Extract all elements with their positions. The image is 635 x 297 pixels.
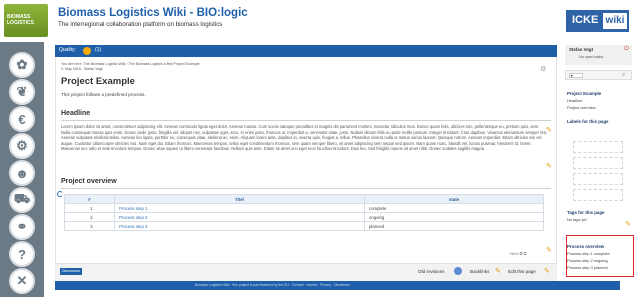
section-heading-headline: Headline [61,110,91,117]
table-row: 1 Process step 1 complete [64,203,544,213]
intro-text: This project follows a predefined proces… [61,92,146,97]
quality-value: (1) [95,47,102,53]
icke-wiki-logo[interactable]: ICKE wiki [566,10,629,32]
label-slot[interactable] [573,157,623,169]
divider [61,120,551,121]
truck-icon[interactable]: ⛟ [9,187,35,213]
labels-heading: Labels for this page [567,119,609,124]
user-status: No open tasks [579,55,604,59]
table-header-row: # Titel state [64,194,544,204]
main-content: You are here: The Biomass Logistic Wiki … [55,57,557,287]
column-header[interactable]: # [64,194,115,204]
bike-icon[interactable]: ⚭ [9,214,35,240]
site-title[interactable]: Biomass Logistics Wiki - BIO:logic [58,7,248,19]
right-sidebar: Stefan Vogt No open tasks ⏻ ▼ ⌕ Project … [565,45,635,281]
toc-title[interactable]: Project Example [567,91,601,96]
process-overview-highlight [566,235,634,277]
overview-table: # Titel state 1 Process step 1 complete … [64,194,544,231]
site-header: BIOMASS LOGISTICS Biomass Logistics Wiki… [0,0,635,42]
state-cell: ongoing [364,212,544,222]
process-step-item[interactable]: Process step 3 planned [567,265,608,270]
partner-logo-text-2: wiki [603,13,627,29]
search-box: ▼ ⌕ [565,70,632,80]
quality-indicator-icon [83,47,91,55]
toc-item[interactable]: Project overview [567,105,596,110]
table-row: 3 Process step 3 planned [64,221,544,231]
divider [61,188,551,189]
column-header[interactable]: state [364,194,544,204]
process-step-link[interactable]: Process step 3 [114,221,365,231]
breadcrumb[interactable]: You are here: The Biomass Logistic Wiki … [61,62,200,66]
leaf-icon[interactable]: ❦ [9,79,35,105]
process-step-item[interactable]: Process step 2 ongoing [567,258,608,263]
toc-item[interactable]: Headline [567,98,582,103]
category-rail: ✿ ❦ € ⚙ ☻ ⛟ ⚭ ? ✕ [0,42,44,297]
lorem-paragraph: Lorem ipsum dolor sit amet, consectetuer… [61,124,548,152]
edit-section-pencil-icon[interactable]: ✎ [546,247,553,254]
row-number: 2 [64,212,115,222]
biomass-logistics-logo[interactable]: BIOMASS LOGISTICS [4,4,48,37]
row-number: 1 [64,203,115,213]
process-overview-heading: Process overview [567,244,605,249]
search-icon[interactable]: ⌕ [622,72,625,79]
partner-logo-text-1: ICKE [572,14,599,26]
section-heading-overview: Project overview [61,178,117,185]
label-slot[interactable] [573,141,623,153]
state-cell: planned [364,221,544,231]
edit-section-pencil-icon[interactable]: ✎ [546,163,553,170]
row-number: 3 [64,221,115,231]
namespace-select[interactable]: ▼ [569,73,583,78]
wiki-page: BIOMASS LOGISTICS Biomass Logistics Wiki… [0,0,635,297]
tags-heading: Tags for this page [567,210,605,215]
quality-bar: Quality: (1) [55,45,557,61]
edit-page-pencil-icon[interactable]: ✎ [544,268,551,275]
edit-page-link[interactable]: Edit this page [508,269,536,274]
edit-tags-pencil-icon[interactable]: ✎ [625,221,632,228]
label-slot[interactable] [573,189,623,201]
page-actions-bar: Discussion Old revisions Backlinks ✎ Edi… [55,263,557,281]
settings-icon[interactable]: ⚙ [540,66,547,73]
table-tools-label: Table [509,251,519,256]
logo-text-2: LOGISTICS [7,20,34,26]
tags-value: No tags yet [567,217,587,222]
process-step-link[interactable]: Process step 2 [114,212,365,222]
label-slot[interactable] [573,173,623,185]
logout-icon[interactable]: ⏻ [624,46,629,53]
old-revisions-link[interactable]: Old revisions [418,269,445,274]
backlinks-link[interactable]: Backlinks [470,269,489,274]
sunflower-icon[interactable]: ✿ [9,52,35,78]
people-icon[interactable]: ☻ [9,160,35,186]
quality-label: Quality: [59,47,76,53]
site-footer: Biomass Logistics Wiki · this project is… [55,281,620,290]
revision-info: 2. May 2018 - Stefan Vogt [61,67,103,71]
tools-icon[interactable]: ✕ [9,268,35,294]
question-icon[interactable]: ? [9,241,35,267]
state-cell: complete [364,203,544,213]
discussion-button[interactable]: Discussion [60,268,82,275]
table-row: 2 Process step 2 ongoing [64,212,544,222]
table-edit-handle-icon[interactable] [57,191,63,197]
process-step-item[interactable]: Process step 1 complete [567,251,610,256]
table-tools[interactable]: Table ⧉ ⧉ [509,251,527,256]
page-tools [421,48,551,61]
backlinks-icon[interactable]: ✎ [495,268,502,275]
euro-icon[interactable]: € [9,106,35,132]
column-header[interactable]: Titel [114,194,365,204]
clock-icon[interactable] [454,267,462,275]
page-title: Project Example [61,76,135,87]
gears-icon[interactable]: ⚙ [9,133,35,159]
footer-text[interactable]: Biomass Logistics Wiki · this project is… [195,283,350,287]
user-box: Stefan Vogt No open tasks ⏻ [565,45,632,65]
process-step-link[interactable]: Process step 1 [114,203,365,213]
site-subtitle: The interregional collaboration platform… [58,21,223,28]
user-name[interactable]: Stefan Vogt [569,47,593,52]
